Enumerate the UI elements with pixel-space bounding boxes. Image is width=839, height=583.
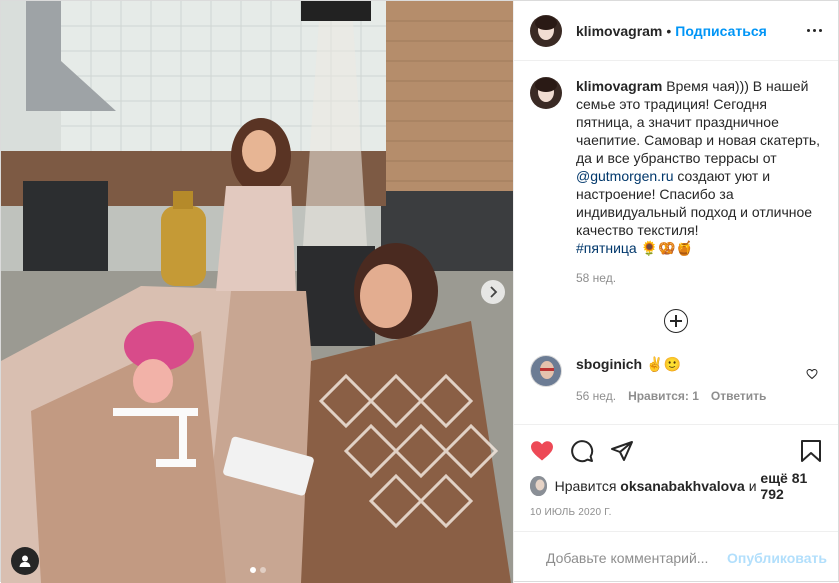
comments-list: klimovagram Время чая))) В нашей семье э… bbox=[514, 61, 838, 424]
comment-body: sboginich ✌️🙂 56 нед. Нравится: 1 Ответи… bbox=[576, 355, 766, 405]
comment-icon bbox=[571, 440, 594, 463]
post-photo[interactable] bbox=[1, 1, 513, 583]
likes-count-link[interactable]: ещё 81 792 bbox=[760, 470, 822, 502]
more-icon-dot bbox=[819, 29, 822, 32]
next-photo-button[interactable] bbox=[481, 280, 505, 304]
caption-hashtag-link[interactable]: #пятница bbox=[576, 240, 637, 256]
comment-item: sboginich ✌️🙂 56 нед. Нравится: 1 Ответи… bbox=[530, 355, 822, 405]
author-avatar[interactable] bbox=[530, 14, 562, 47]
caption-text: klimovagram Время чая))) В нашей семье э… bbox=[576, 77, 822, 257]
save-button[interactable] bbox=[782, 431, 822, 471]
commenter-username[interactable]: sboginich bbox=[576, 356, 642, 372]
more-options-button[interactable] bbox=[799, 21, 822, 40]
caption-mention-link[interactable]: @gutmorgen.ru bbox=[576, 168, 673, 184]
comment-reply-button[interactable]: Ответить bbox=[711, 387, 766, 405]
comment-text: ✌️🙂 bbox=[646, 356, 681, 372]
heart-icon bbox=[806, 368, 818, 380]
caption-username[interactable]: klimovagram bbox=[576, 78, 662, 94]
liked-by-username[interactable]: oksanabakhvalova bbox=[620, 478, 745, 494]
add-comment-bar: Опубликовать bbox=[514, 531, 838, 583]
comment-meta: 56 нед. Нравится: 1 Ответить bbox=[576, 387, 766, 405]
post-header: klimovagram • Подписаться bbox=[514, 1, 838, 61]
carousel-dot bbox=[260, 567, 266, 573]
load-more-comments bbox=[530, 309, 822, 333]
author-username[interactable]: klimovagram bbox=[576, 23, 662, 39]
share-button[interactable] bbox=[610, 431, 650, 471]
bookmark-icon bbox=[801, 440, 821, 462]
more-icon bbox=[807, 29, 810, 32]
post-caption: klimovagram Время чая))) В нашей семье э… bbox=[530, 77, 822, 285]
follow-button[interactable]: Подписаться bbox=[675, 23, 767, 39]
publish-button[interactable]: Опубликовать bbox=[727, 550, 827, 566]
caption-author-avatar[interactable] bbox=[530, 77, 562, 109]
comment-input[interactable] bbox=[546, 549, 727, 566]
post-actions-area: Нравится oksanabakhvalova и ещё 81 792 1… bbox=[514, 424, 838, 531]
post-date[interactable]: 10 ИЮЛЬ 2020 Г. bbox=[530, 507, 822, 531]
commenter-avatar[interactable] bbox=[530, 355, 562, 387]
like-button[interactable] bbox=[530, 431, 570, 471]
caption-time: 58 нед. bbox=[576, 271, 617, 285]
caption-emojis: 🌻🥨🍯 bbox=[640, 240, 693, 256]
carousel-indicator bbox=[1, 567, 513, 573]
liker-avatar-image bbox=[530, 476, 547, 496]
header-separator: • bbox=[666, 22, 672, 39]
share-icon bbox=[611, 441, 633, 461]
comment-likes-link[interactable]: Нравится: 1 bbox=[628, 387, 699, 405]
liker-avatar[interactable] bbox=[530, 476, 547, 496]
user-tag-icon bbox=[19, 555, 31, 567]
author-avatar-image bbox=[530, 14, 562, 47]
post-side-panel: klimovagram • Подписаться klimovagram Вр… bbox=[513, 1, 838, 583]
carousel-dot-active bbox=[250, 567, 256, 573]
caption-content: klimovagram Время чая))) В нашей семье э… bbox=[562, 77, 822, 285]
comment-button[interactable] bbox=[570, 431, 610, 471]
heart-icon bbox=[531, 441, 553, 461]
instagram-post-dialog: klimovagram • Подписаться klimovagram Вр… bbox=[0, 0, 839, 583]
comment-time: 56 нед. bbox=[576, 389, 617, 403]
caption-avatar-image bbox=[530, 77, 562, 109]
likes-prefix: Нравится bbox=[554, 478, 617, 494]
comment-text-line: sboginich ✌️🙂 bbox=[576, 355, 766, 373]
chevron-right-icon bbox=[490, 286, 498, 298]
comment-like-button[interactable] bbox=[806, 367, 818, 383]
likes-summary: Нравится oksanabakhvalova и ещё 81 792 bbox=[530, 470, 822, 502]
likes-connector: и bbox=[748, 478, 757, 494]
plus-circle-icon[interactable] bbox=[664, 309, 688, 333]
photo-scene bbox=[1, 1, 513, 583]
commenter-avatar-image bbox=[531, 356, 561, 386]
more-icon-dot bbox=[813, 29, 816, 32]
